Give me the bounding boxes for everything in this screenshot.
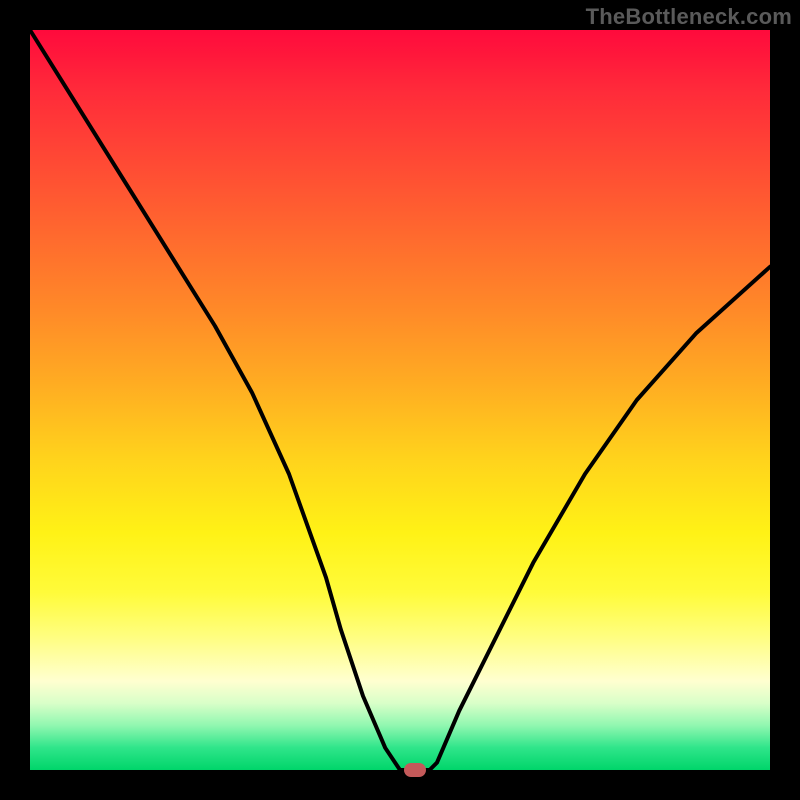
bottleneck-curve (30, 30, 770, 770)
chart-frame: TheBottleneck.com (0, 0, 800, 800)
plot-area (30, 30, 770, 770)
minimum-marker (404, 763, 426, 777)
watermark-text: TheBottleneck.com (586, 4, 792, 30)
